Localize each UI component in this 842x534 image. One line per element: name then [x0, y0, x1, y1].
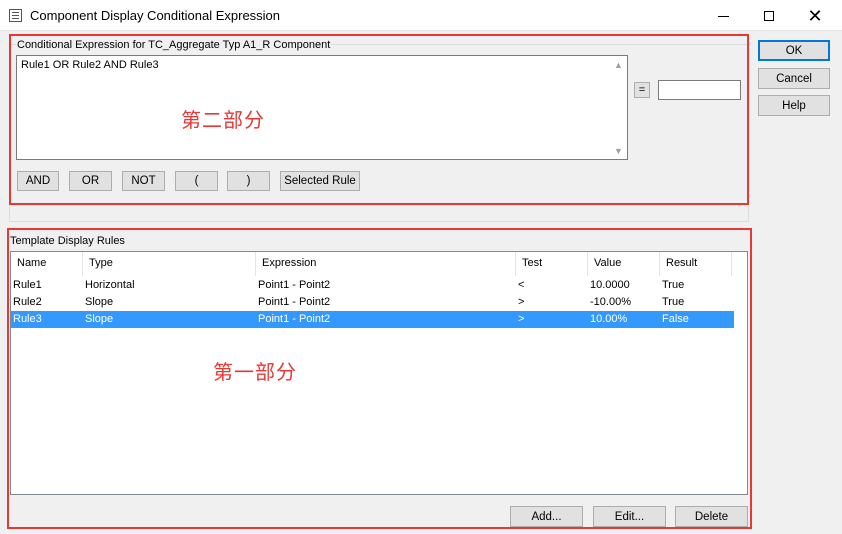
highlight-box-section-two: [9, 34, 749, 205]
highlight-box-section-one: [7, 228, 752, 529]
ok-button[interactable]: OK: [758, 40, 830, 61]
help-button[interactable]: Help: [758, 95, 830, 116]
cancel-button[interactable]: Cancel: [758, 68, 830, 89]
minimize-button[interactable]: [700, 0, 746, 31]
close-icon: ✕: [807, 5, 823, 26]
maximize-button[interactable]: [746, 0, 792, 31]
app-icon: [9, 9, 22, 22]
minimize-icon: [717, 16, 729, 17]
close-button[interactable]: ✕: [792, 0, 838, 31]
title-bar: Component Display Conditional Expression…: [0, 0, 842, 31]
window-title: Component Display Conditional Expression: [30, 8, 281, 23]
maximize-icon: [764, 10, 774, 21]
